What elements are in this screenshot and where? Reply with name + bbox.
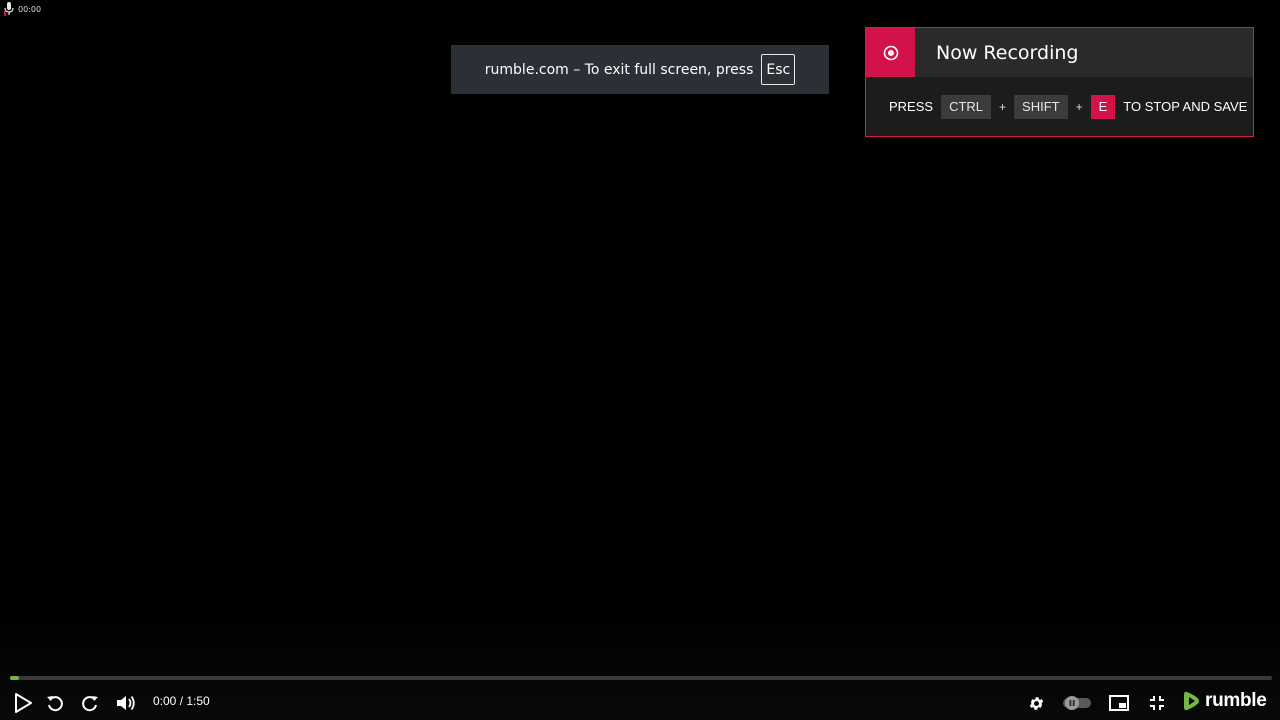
- fullscreen-notice-text: rumble.com – To exit full screen, press: [484, 61, 754, 78]
- progress-bar[interactable]: [10, 676, 1272, 680]
- rumble-logo[interactable]: rumble: [1183, 690, 1267, 712]
- settings-button[interactable]: [1026, 692, 1046, 714]
- record-icon-box: [866, 28, 915, 77]
- time-display: 0:00 / 1:50: [153, 694, 210, 708]
- picture-in-picture-icon: [1109, 695, 1129, 711]
- recording-indicator: 00:00: [4, 2, 41, 16]
- play-button[interactable]: [12, 692, 34, 714]
- recording-timer: 00:00: [18, 4, 42, 14]
- shift-key: SHIFT: [1014, 94, 1068, 119]
- recording-instructions: PRESS CTRL + SHIFT + E TO STOP AND SAVE: [866, 77, 1253, 136]
- instruction-prefix: PRESS: [889, 99, 934, 114]
- plus-sign: +: [1075, 99, 1083, 114]
- exit-fullscreen-icon: [1150, 696, 1164, 710]
- rewind-button[interactable]: [45, 692, 65, 714]
- recording-panel: Now Recording PRESS CTRL + SHIFT + E TO …: [865, 27, 1254, 137]
- recording-title: Now Recording: [936, 41, 1079, 64]
- rewind-icon: [47, 696, 63, 712]
- ctrl-key: CTRL: [941, 94, 992, 119]
- autoplay-toggle-icon: [1063, 696, 1091, 710]
- picture-in-picture-button[interactable]: [1108, 692, 1130, 714]
- forward-icon: [82, 696, 98, 712]
- microphone-icon: [4, 2, 14, 16]
- progress-fill: [10, 676, 19, 680]
- rumble-wordmark: rumble: [1205, 690, 1267, 711]
- forward-button[interactable]: [80, 692, 100, 714]
- record-icon: [883, 45, 898, 60]
- esc-key-hint: Esc: [761, 54, 796, 85]
- volume-button[interactable]: [114, 692, 138, 714]
- plus-sign: +: [999, 99, 1007, 114]
- rumble-logo-icon: [1184, 691, 1199, 711]
- recording-panel-header: Now Recording: [866, 28, 1253, 77]
- exit-fullscreen-button[interactable]: [1147, 692, 1167, 714]
- instruction-suffix: TO STOP AND SAVE: [1123, 99, 1248, 114]
- e-key: E: [1090, 94, 1116, 119]
- autoplay-toggle[interactable]: [1061, 692, 1093, 714]
- fullscreen-exit-notice: rumble.com – To exit full screen, press …: [451, 45, 829, 94]
- volume-icon: [117, 695, 135, 711]
- gear-icon: [1029, 696, 1043, 710]
- play-icon: [15, 693, 32, 713]
